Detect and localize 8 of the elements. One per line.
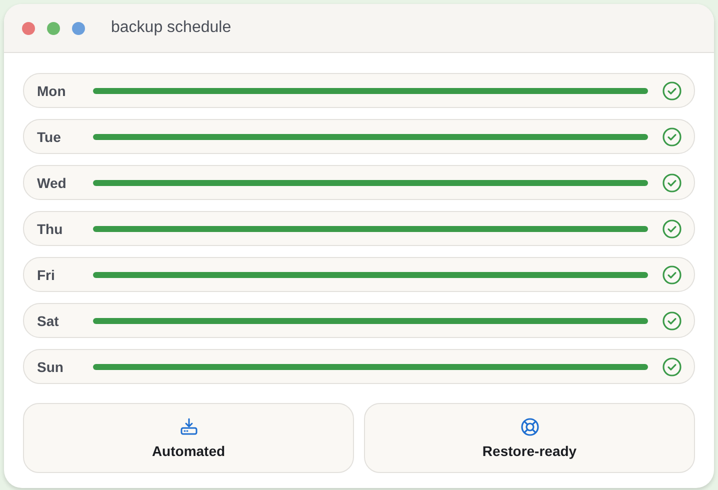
day-label: Mon — [37, 82, 67, 98]
window-title: backup schedule — [111, 19, 232, 37]
day-label: Tue — [37, 128, 62, 144]
day-label: Fri — [37, 266, 56, 282]
day-label: Wed — [37, 174, 68, 190]
day-label: Sat — [37, 312, 60, 328]
day-label: Thu — [37, 220, 64, 236]
day-label: Sun — [37, 358, 64, 374]
